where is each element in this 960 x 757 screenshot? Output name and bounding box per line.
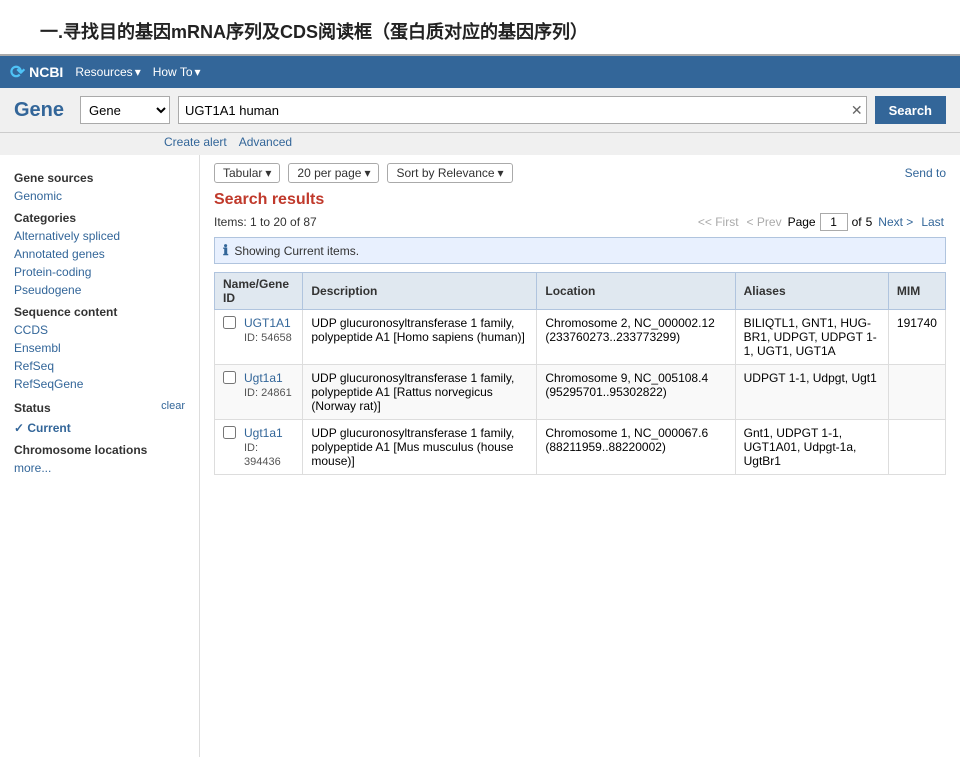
table-row: Ugt1a1 ID: 24861 UDP glucuronosyltransfe… [215,365,946,420]
gene-link-1[interactable]: Ugt1a1 [244,371,283,385]
aliases-cell-0: BILIQTL1, GNT1, HUG-BR1, UDPGT, UDPGT 1-… [735,310,888,365]
sidebar-item-current[interactable]: ✓ Current [0,419,199,437]
sidebar-item-more[interactable]: more... [0,459,199,477]
categories-title: Categories [0,205,199,227]
main-layout: Gene sources Genomic Categories Alternat… [0,155,960,757]
status-clear[interactable]: clear [161,400,185,412]
page-total: 5 [866,215,873,229]
send-to-button[interactable]: Send to [905,166,946,180]
next-page-button[interactable]: Next > [876,215,915,229]
chevron-down-icon: ▾ [498,166,504,180]
advanced-link[interactable]: Advanced [239,135,292,149]
results-toolbar: Tabular ▾ 20 per page ▾ Sort by Relevanc… [214,163,946,183]
tabular-button[interactable]: Tabular ▾ [214,163,280,183]
chromosome-locations-title: Chromosome locations [0,437,199,459]
sidebar-item-refseq[interactable]: RefSeq [0,357,199,375]
nav-resources[interactable]: Resources ▾ [75,65,140,79]
location-cell-1: Chromosome 9, NC_005108.4 (95295701..953… [537,365,735,420]
col-header-mim: MIM [888,273,945,310]
search-results-title: Search results [214,191,946,209]
gene-title: Gene [14,99,64,122]
name-cell: Ugt1a1 ID: 394436 [215,420,303,475]
sort-button[interactable]: Sort by Relevance ▾ [387,163,512,183]
sidebar-item-annotated-genes[interactable]: Annotated genes [0,245,199,263]
sidebar-item-pseudogene[interactable]: Pseudogene [0,281,199,299]
results-table: Name/Gene ID Description Location Aliase… [214,272,946,475]
location-cell-0: Chromosome 2, NC_000002.12 (233760273..2… [537,310,735,365]
table-row: Ugt1a1 ID: 394436 UDP glucuronosyltransf… [215,420,946,475]
col-header-aliases: Aliases [735,273,888,310]
ncbi-logo-icon: ⟳ [10,62,25,83]
sidebar-item-protein-coding[interactable]: Protein-coding [0,263,199,281]
search-links: Create alert Advanced [0,133,960,155]
search-clear-button[interactable]: ✕ [851,102,863,119]
row-checkbox-2[interactable] [223,426,236,439]
items-count: Items: 1 to 20 of 87 [214,215,317,229]
page-input[interactable] [820,213,848,231]
row-checkbox-1[interactable] [223,371,236,384]
gene-id-0: ID: 54658 [244,332,292,344]
last-page-button[interactable]: Last [919,215,946,229]
mim-cell-0: 191740 [888,310,945,365]
pagination: << First < Prev Page of 5 Next > Last [696,213,946,231]
gene-id-2: ID: 394436 [244,442,281,468]
chevron-down-icon: ▾ [195,65,201,79]
status-title: Status [14,395,161,417]
page-label: Page [788,215,816,229]
col-header-description: Description [303,273,537,310]
sidebar-item-alternatively-spliced[interactable]: Alternatively spliced [0,227,199,245]
table-header-row: Name/Gene ID Description Location Aliase… [215,273,946,310]
gene-id-1: ID: 24861 [244,387,292,399]
sidebar-item-ccds[interactable]: CCDS [0,321,199,339]
search-input[interactable] [178,96,867,124]
col-header-location: Location [537,273,735,310]
showing-banner: ℹ Showing Current items. [214,237,946,264]
ncbi-header: ⟳ NCBI Resources ▾ How To ▾ [0,56,960,88]
name-cell: UGT1A1 ID: 54658 [215,310,303,365]
create-alert-link[interactable]: Create alert [164,135,227,149]
gene-link-2[interactable]: Ugt1a1 [244,426,283,440]
first-page-button[interactable]: << First [696,215,741,229]
aliases-cell-1: UDPGT 1-1, Udpgt, Ugt1 [735,365,888,420]
row-checkbox-0[interactable] [223,316,236,329]
showing-text: Showing Current items. [234,244,359,258]
sidebar-item-genomic[interactable]: Genomic [0,187,199,205]
table-row: UGT1A1 ID: 54658 UDP glucuronosyltransfe… [215,310,946,365]
page-of: of [852,215,862,229]
search-button[interactable]: Search [875,96,946,124]
sidebar: Gene sources Genomic Categories Alternat… [0,155,200,757]
ncbi-logo-text: NCBI [29,64,63,80]
mim-cell-2 [888,420,945,475]
search-input-wrapper: ✕ [178,96,867,124]
top-annotation: 一.寻找目的基因mRNA序列及CDS阅读框（蛋白质对应的基因序列） [0,0,960,56]
per-page-button[interactable]: 20 per page ▾ [288,163,379,183]
prev-page-button[interactable]: < Prev [745,215,784,229]
gene-search-bar: Gene Gene PubMed Protein Nucleotide ✕ Se… [0,88,960,133]
chevron-down-icon: ▾ [265,166,271,180]
ncbi-logo[interactable]: ⟳ NCBI [10,62,63,83]
col-header-name: Name/Gene ID [215,273,303,310]
results-info-bar: Items: 1 to 20 of 87 << First < Prev Pag… [214,213,946,231]
status-row: Status clear [0,393,199,419]
gene-sources-title: Gene sources [0,165,199,187]
location-cell-2: Chromosome 1, NC_000067.6 (88211959..882… [537,420,735,475]
description-cell-1: UDP glucuronosyltransferase 1 family, po… [303,365,537,420]
sequence-content-title: Sequence content [0,299,199,321]
sidebar-item-refseqgene[interactable]: RefSeqGene [0,375,199,393]
aliases-cell-2: Gnt1, UDPGT 1-1, UGT1A01, Udpgt-1a, UgtB… [735,420,888,475]
checkmark-icon: ✓ [14,421,27,435]
db-select[interactable]: Gene PubMed Protein Nucleotide [80,96,170,124]
mim-cell-1 [888,365,945,420]
content-area: Tabular ▾ 20 per page ▾ Sort by Relevanc… [200,155,960,757]
gene-link-0[interactable]: UGT1A1 [244,316,291,330]
chevron-down-icon: ▾ [135,65,141,79]
chevron-down-icon: ▾ [364,166,370,180]
sidebar-item-ensembl[interactable]: Ensembl [0,339,199,357]
info-icon: ℹ [223,242,228,259]
name-cell: Ugt1a1 ID: 24861 [215,365,303,420]
description-cell-0: UDP glucuronosyltransferase 1 family, po… [303,310,537,365]
nav-howto[interactable]: How To ▾ [153,65,201,79]
description-cell-2: UDP glucuronosyltransferase 1 family, po… [303,420,537,475]
